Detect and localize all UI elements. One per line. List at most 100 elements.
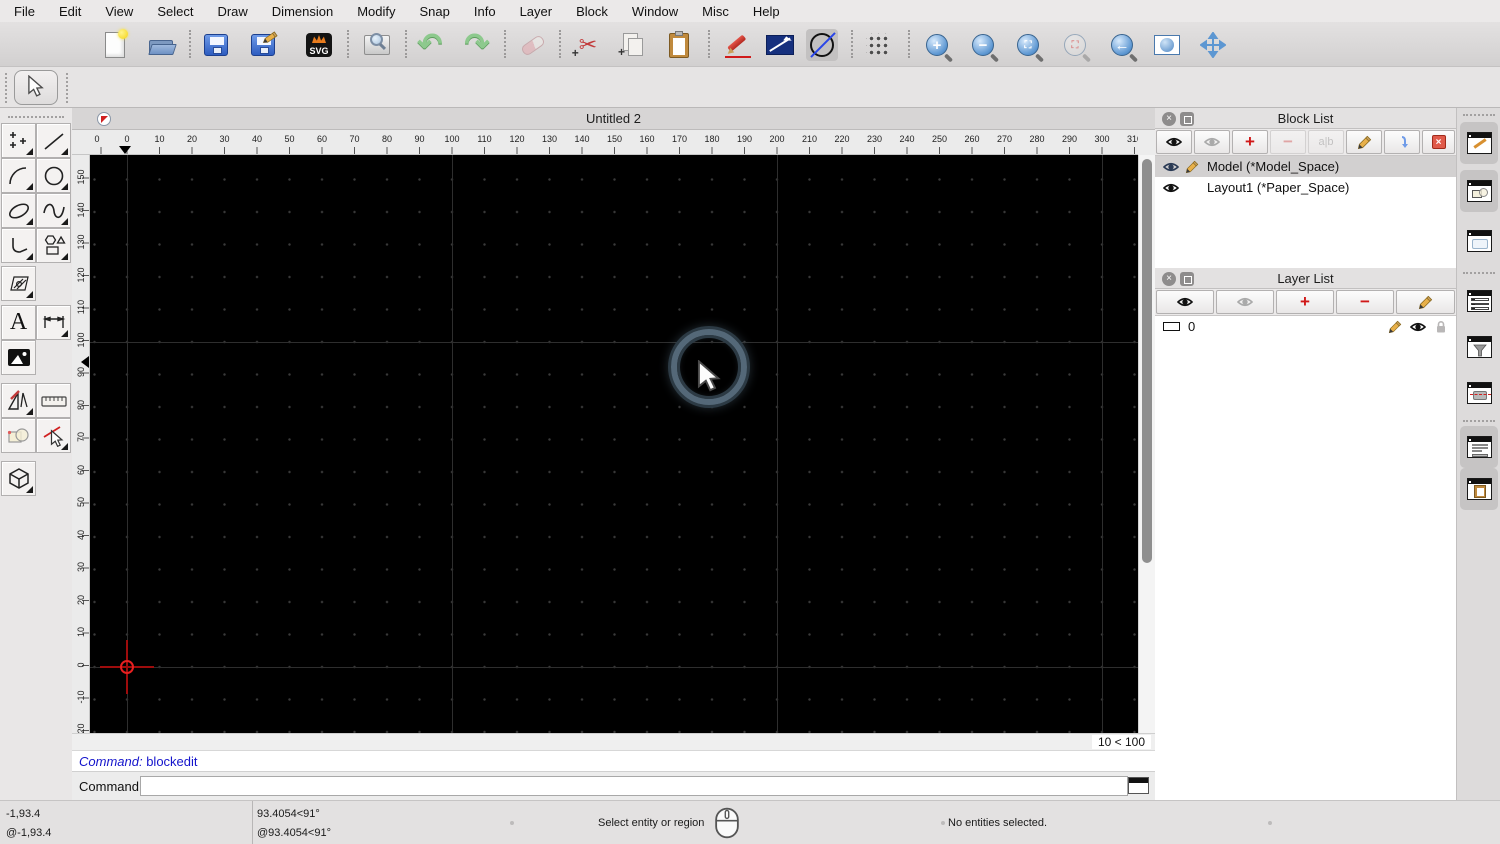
command-window-toggle-button[interactable] — [1128, 777, 1149, 794]
undo-button[interactable]: ↶ — [414, 29, 446, 61]
menu-item-block[interactable]: Block — [576, 4, 608, 19]
block-tool-button[interactable] — [1, 418, 36, 453]
new-file-button[interactable] — [99, 29, 131, 61]
circle-tool-button[interactable] — [36, 158, 71, 193]
print-preview-button[interactable] — [361, 29, 393, 61]
block-list-row-layout1[interactable]: Layout1 (*Paper_Space) — [1155, 177, 1456, 198]
layer-color-swatch[interactable] — [1163, 322, 1180, 331]
menu-item-layer[interactable]: Layer — [520, 4, 553, 19]
previous-view-button[interactable]: ← — [1106, 29, 1139, 63]
add-block-button[interactable]: + — [1232, 130, 1268, 154]
image-tool-button[interactable] — [1, 340, 36, 375]
horizontal-scrollbar[interactable]: 10 < 100 — [72, 733, 1155, 750]
text-tool-button[interactable]: A — [1, 305, 36, 340]
restrict-off-button[interactable] — [806, 29, 838, 61]
remove-layer-button[interactable]: − — [1336, 290, 1394, 314]
menu-item-misc[interactable]: Misc — [702, 4, 729, 19]
measure-button[interactable] — [764, 29, 796, 61]
menu-item-view[interactable]: View — [105, 4, 133, 19]
drawing-preferences-button[interactable] — [722, 29, 754, 61]
layer-visible-icon[interactable] — [1410, 321, 1426, 333]
open-file-button[interactable] — [146, 29, 178, 61]
modify-entity-tool-button[interactable] — [36, 418, 71, 453]
tool-options-toolbar — [0, 66, 1500, 108]
clipboard-panel-toggle-button[interactable] — [1460, 468, 1498, 510]
block-edit-icon — [1185, 160, 1199, 174]
vertical-scrollbar[interactable] — [1138, 155, 1155, 733]
layer-lock-icon[interactable] — [1434, 320, 1448, 334]
paste-button[interactable] — [663, 29, 695, 61]
line-tool-button[interactable] — [36, 123, 71, 158]
view-titlebar: Untitled 2 — [72, 108, 1155, 130]
toolbar-handle — [5, 73, 7, 103]
save-button[interactable] — [200, 29, 232, 61]
pan-button[interactable] — [1197, 29, 1229, 61]
edit-block-button[interactable] — [1346, 130, 1382, 154]
solid-tool-button[interactable] — [1, 461, 36, 496]
eraser-icon — [520, 33, 546, 57]
toolbar-separator — [504, 30, 506, 58]
dimension-tool-button[interactable] — [36, 305, 71, 340]
block-visible-icon[interactable] — [1163, 182, 1179, 194]
h-ruler: 0 0 10 20 30 40 50 60 70 80 90 100 110 120 130 140 150 16… — [72, 130, 1138, 155]
zoom-in-button[interactable]: + — [921, 29, 954, 63]
library-browser-toggle-button[interactable] — [1460, 220, 1498, 262]
layer-list-toggle-button[interactable] — [1460, 122, 1498, 164]
zoom-in-icon: + — [926, 34, 954, 63]
purge-blocks-button[interactable]: × — [1422, 130, 1455, 154]
menu-item-help[interactable]: Help — [753, 4, 780, 19]
grid-toggle-button[interactable] — [862, 29, 894, 61]
modify-tool-button[interactable] — [1, 383, 36, 418]
auto-zoom-button[interactable]: ⛶ — [1012, 29, 1045, 63]
menu-item-dimension[interactable]: Dimension — [272, 4, 333, 19]
arc-tool-button[interactable] — [1, 158, 36, 193]
h-ruler-label: 50 — [284, 134, 295, 144]
point-tool-button[interactable] — [1, 123, 36, 158]
hatch-tool-button[interactable] — [1, 266, 36, 301]
zoom-out-button[interactable]: − — [967, 29, 1000, 63]
menu-item-snap[interactable]: Snap — [420, 4, 450, 19]
view-toggle-button[interactable] — [1460, 372, 1498, 414]
menu-item-file[interactable]: File — [14, 4, 35, 19]
layer-edit-icon[interactable] — [1388, 320, 1402, 334]
layer-list-row-0[interactable]: 0 — [1155, 316, 1456, 339]
insert-block-button[interactable] — [1384, 130, 1420, 154]
measure-tool-button[interactable] — [36, 383, 71, 418]
spline-tool-button[interactable] — [36, 193, 71, 228]
edit-layer-button[interactable] — [1396, 290, 1455, 314]
polyline-tool-button[interactable] — [1, 228, 36, 263]
h-ruler-label: 270 — [996, 134, 1013, 144]
menu-item-draw[interactable]: Draw — [217, 4, 247, 19]
command-input[interactable] — [140, 776, 1128, 796]
model-canvas[interactable] — [90, 155, 1138, 733]
add-layer-button[interactable]: + — [1276, 290, 1334, 314]
menu-item-select[interactable]: Select — [157, 4, 193, 19]
selection-filter-toggle-button[interactable] — [1460, 326, 1498, 368]
copy-button[interactable]: + — [617, 29, 649, 61]
show-all-layers-button[interactable] — [1156, 290, 1214, 314]
command-line-toggle-button[interactable] — [1460, 426, 1498, 468]
zoom-window-button[interactable] — [1151, 29, 1183, 61]
ellipse-tool-button[interactable] — [1, 193, 36, 228]
menu-item-window[interactable]: Window — [632, 4, 678, 19]
property-editor-toggle-button[interactable] — [1460, 280, 1498, 322]
block-list-header: × Block List — [1155, 108, 1456, 129]
redo-button[interactable]: ↷ — [461, 29, 493, 61]
block-visible-icon[interactable] — [1163, 161, 1179, 173]
menu-item-edit[interactable]: Edit — [59, 4, 81, 19]
save-as-button[interactable] — [247, 29, 279, 61]
grid-icon — [866, 33, 890, 57]
show-all-blocks-button[interactable] — [1156, 130, 1192, 154]
block-list-row-model[interactable]: Model (*Model_Space) — [1155, 156, 1456, 177]
vertical-scrollbar-thumb[interactable] — [1142, 159, 1152, 563]
selection-tool-button[interactable] — [14, 70, 58, 105]
menu-item-modify[interactable]: Modify — [357, 4, 395, 19]
hide-all-layers-button[interactable] — [1216, 290, 1274, 314]
svg-export-button[interactable]: SVG — [303, 29, 335, 61]
block-list-toggle-button[interactable] — [1460, 170, 1498, 212]
hide-all-blocks-button[interactable] — [1194, 130, 1230, 154]
filter-panel-icon — [1466, 336, 1492, 358]
cut-button[interactable]: ✂ + — [572, 29, 604, 61]
menu-item-info[interactable]: Info — [474, 4, 496, 19]
shapes-tool-button[interactable] — [36, 228, 71, 263]
